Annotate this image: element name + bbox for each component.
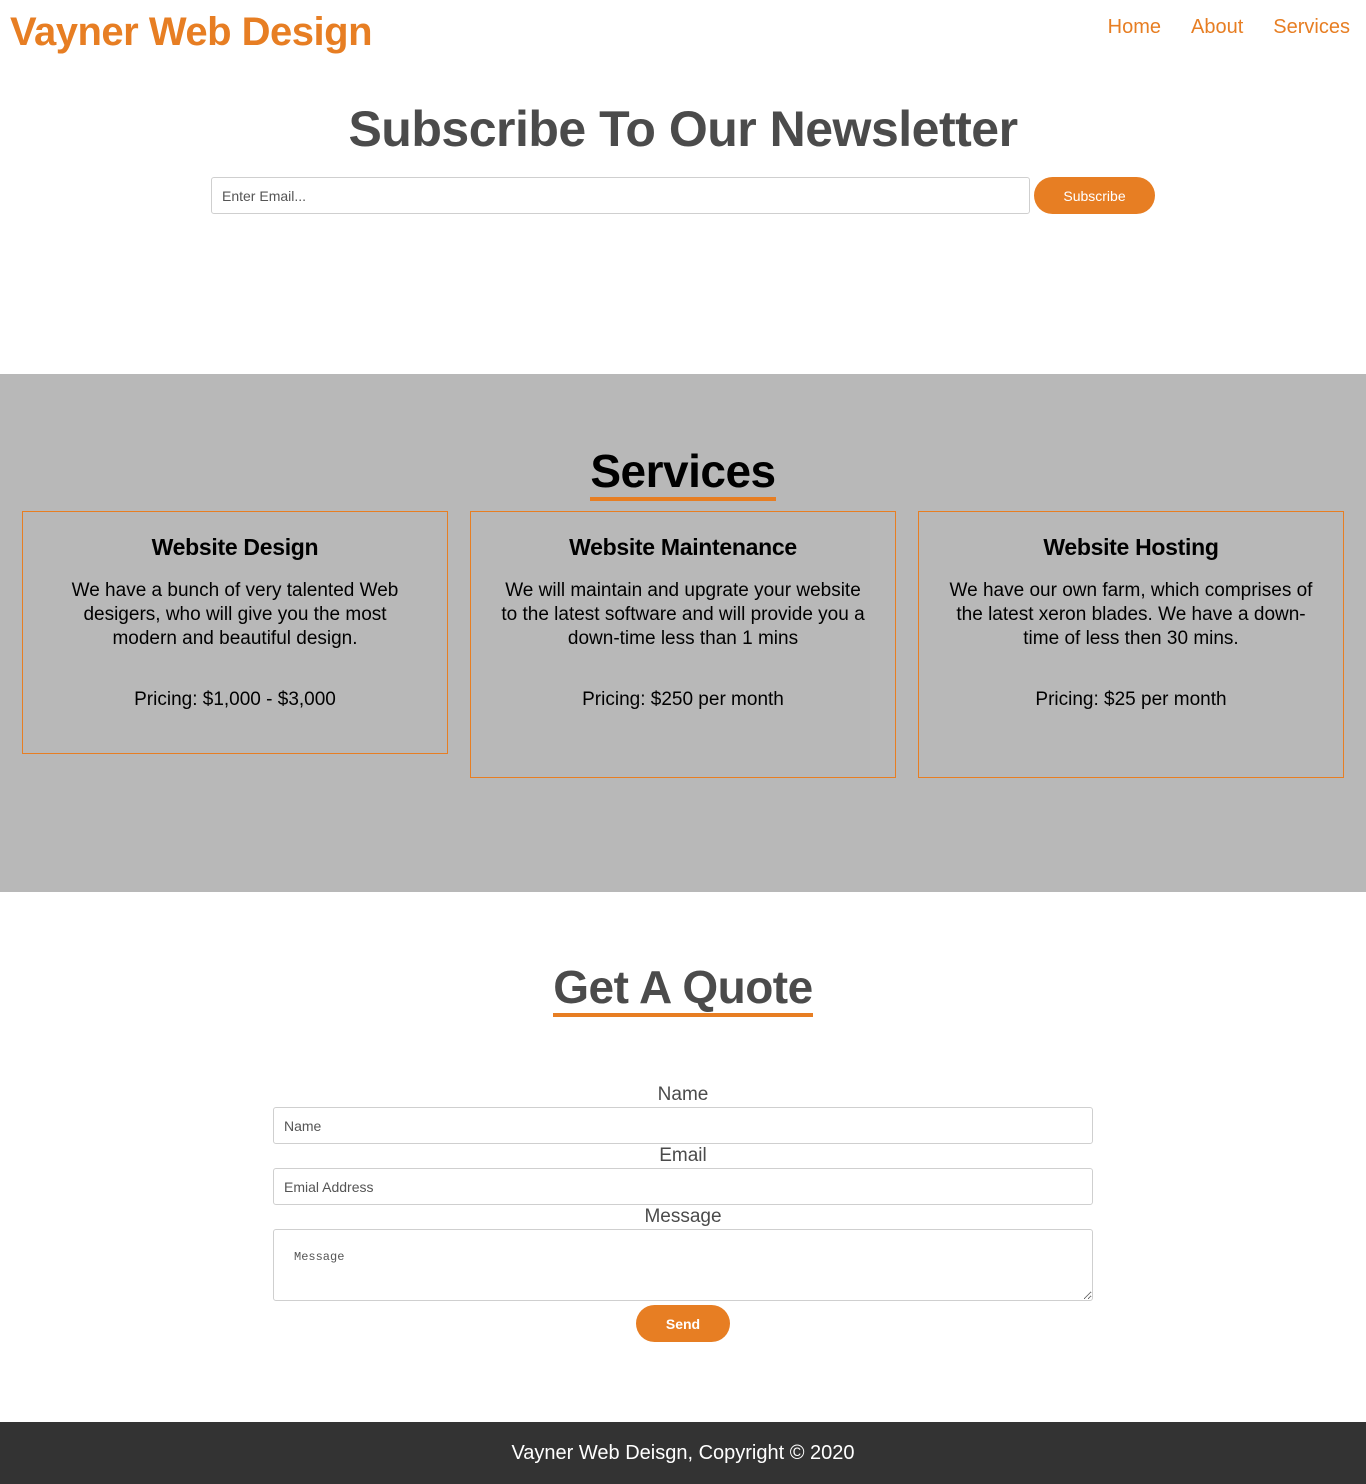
service-card-website-hosting: Website Hosting We have our own farm, wh… [918, 511, 1344, 778]
nav-home-link[interactable]: Home [1108, 16, 1161, 39]
service-card-pricing: Pricing: $250 per month [582, 689, 784, 710]
message-textarea[interactable] [273, 1229, 1093, 1301]
quote-title: Get A Quote [0, 960, 1366, 1017]
newsletter-title: Subscribe To Our Newsletter [348, 101, 1018, 157]
site-header: Vayner Web Design Home About Services [0, 0, 1366, 72]
nav-services-link[interactable]: Services [1273, 16, 1350, 39]
service-card-title: Website Maintenance [569, 534, 797, 560]
service-card-website-design: Website Design We have a bunch of very t… [22, 511, 448, 754]
email-input[interactable] [273, 1168, 1093, 1205]
send-button[interactable]: Send [636, 1305, 730, 1342]
service-card-pricing: Pricing: $25 per month [1035, 689, 1227, 710]
email-label: Email [659, 1145, 707, 1166]
service-card-title: Website Design [151, 534, 319, 560]
footer-copyright: Vayner Web Deisgn, Copyright © 2020 [511, 1442, 855, 1464]
name-label: Name [657, 1084, 709, 1105]
nav-about-link[interactable]: About [1191, 16, 1243, 39]
service-card-description: We will maintain and upgrate your websit… [501, 580, 865, 649]
name-input[interactable] [273, 1107, 1093, 1144]
service-card-pricing: Pricing: $1,000 - $3,000 [134, 689, 336, 710]
service-card-title: Website Hosting [1043, 534, 1219, 560]
services-title-text: Services [590, 445, 776, 501]
newsletter-email-input[interactable] [211, 177, 1030, 214]
services-section: Services Website Design We have a bunch … [0, 374, 1366, 892]
site-logo[interactable]: Vayner Web Design [10, 10, 373, 55]
services-title: Services [0, 444, 1366, 501]
subscribe-button[interactable]: Subscribe [1034, 177, 1155, 214]
service-card-website-maintenance: Website Maintenance We will maintain and… [470, 511, 896, 778]
site-footer: Vayner Web Deisgn, Copyright © 2020 [0, 1422, 1366, 1484]
quote-title-text: Get A Quote [553, 961, 813, 1017]
main-nav: Home About Services [1108, 16, 1350, 39]
message-label: Message [644, 1206, 722, 1227]
service-card-description: We have a bunch of very talented Web des… [71, 580, 399, 649]
service-card-description: We have our own farm, which comprises of… [949, 580, 1313, 649]
